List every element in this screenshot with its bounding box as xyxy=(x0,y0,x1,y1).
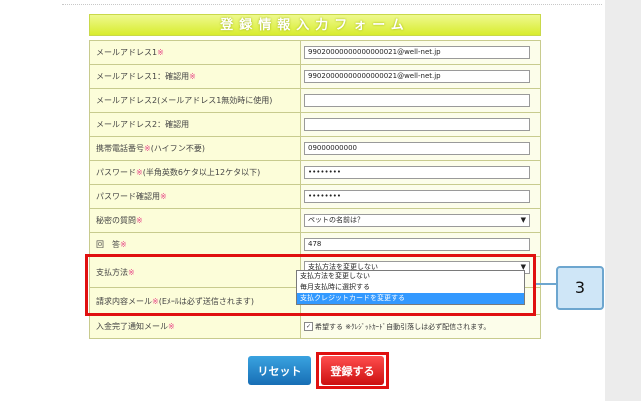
field-cell: ペットの名前は？ ▼ xyxy=(300,208,541,233)
email1-input[interactable]: 99020000000000000021@well-net.jp xyxy=(304,46,530,59)
row-email1-confirm: メールアドレス1：確認用※ 99020000000000000021@well-… xyxy=(89,64,541,89)
label-secret-question: 秘密の質問※ xyxy=(89,208,301,233)
row-password: パスワード※(半角英数6ケタ以上12ケタ以下) •••••••• xyxy=(89,160,541,185)
required-mark: ※ xyxy=(136,168,143,177)
field-cell: 99020000000000000021@well-net.jp xyxy=(300,64,541,89)
row-email1: メールアドレス1※ 99020000000000000021@well-net.… xyxy=(89,40,541,65)
email1-confirm-input[interactable]: 99020000000000000021@well-net.jp xyxy=(304,70,530,83)
callout-pointer xyxy=(536,283,556,285)
required-mark: ※ xyxy=(136,216,143,225)
required-mark: ※ xyxy=(144,144,151,153)
label-hint: (ハイフン不要) xyxy=(150,144,205,153)
annotation-highlight-box xyxy=(85,254,536,316)
label-password-confirm: パスワード確認用※ xyxy=(89,184,301,209)
label-text: 入金完了通知メール xyxy=(96,322,168,331)
reset-button[interactable]: リセット xyxy=(248,356,311,385)
secret-question-select[interactable]: ペットの名前は？ ▼ xyxy=(304,214,530,227)
row-payment-notice: 入金完了通知メール※ ✓ 希望する ※ｸﾚｼﾞｯﾄｶｰﾄﾞ自動引落しは必ず配信され… xyxy=(89,314,541,339)
email2-input[interactable] xyxy=(304,94,530,107)
password-input[interactable]: •••••••• xyxy=(304,166,530,179)
required-mark: ※ xyxy=(120,240,127,249)
row-secret-question: 秘密の質問※ ペットの名前は？ ▼ xyxy=(89,208,541,233)
label-text: 秘密の質問 xyxy=(96,216,136,225)
field-cell: ✓ 希望する ※ｸﾚｼﾞｯﾄｶｰﾄﾞ自動引落しは必ず配信されます。 xyxy=(300,314,541,339)
required-mark: ※ xyxy=(168,322,175,331)
password-confirm-input[interactable]: •••••••• xyxy=(304,190,530,203)
required-mark: ※ xyxy=(189,72,196,81)
field-cell: 99020000000000000021@well-net.jp xyxy=(300,40,541,65)
row-password-confirm: パスワード確認用※ •••••••• xyxy=(89,184,541,209)
label-text: 回 答 xyxy=(96,240,120,249)
button-annotation-box xyxy=(316,352,389,389)
required-mark: ※ xyxy=(160,192,167,201)
form-title: 登録情報入力フォーム xyxy=(89,14,541,36)
answer-input[interactable]: 478 xyxy=(304,238,530,251)
mobile-input[interactable]: 09000000000 xyxy=(304,142,530,155)
label-text: メールアドレス1：確認用 xyxy=(96,72,190,81)
field-cell xyxy=(300,112,541,137)
row-email2: メールアドレス2(メールアドレス1無効時に使用) xyxy=(89,88,541,113)
label-text: メールアドレス1 xyxy=(96,48,158,57)
row-mobile: 携帯電話番号※(ハイフン不要) 09000000000 xyxy=(89,136,541,161)
selected-value: ペットの名前は？ xyxy=(308,216,364,224)
field-cell: •••••••• xyxy=(300,160,541,185)
page-side-margin xyxy=(605,0,641,401)
label-email1-confirm: メールアドレス1：確認用※ xyxy=(89,64,301,89)
payment-notice-checkbox[interactable]: ✓ xyxy=(304,322,313,331)
field-cell: •••••••• xyxy=(300,184,541,209)
label-text: メールアドレス2：確認用 xyxy=(96,120,190,129)
field-cell: 478 xyxy=(300,232,541,257)
label-text: 携帯電話番号 xyxy=(96,144,144,153)
label-hint: (半角英数6ケタ以上12ケタ以下) xyxy=(142,168,261,177)
label-answer: 回 答※ xyxy=(89,232,301,257)
payment-notice-option: ✓ 希望する ※ｸﾚｼﾞｯﾄｶｰﾄﾞ自動引落しは必ず配信されます。 xyxy=(304,322,491,331)
email2-confirm-input[interactable] xyxy=(304,118,530,131)
top-divider xyxy=(62,4,602,5)
checkbox-label: 希望する xyxy=(315,322,343,331)
field-cell: 09000000000 xyxy=(300,136,541,161)
label-email2: メールアドレス2(メールアドレス1無効時に使用) xyxy=(89,88,301,113)
label-mobile: 携帯電話番号※(ハイフン不要) xyxy=(89,136,301,161)
row-email2-confirm: メールアドレス2：確認用 xyxy=(89,112,541,137)
label-password: パスワード※(半角英数6ケタ以上12ケタ以下) xyxy=(89,160,301,185)
required-mark: ※ xyxy=(157,48,164,57)
label-email1: メールアドレス1※ xyxy=(89,40,301,65)
label-text: パスワード xyxy=(96,168,136,177)
label-email2-confirm: メールアドレス2：確認用 xyxy=(89,112,301,137)
row-answer: 回 答※ 478 xyxy=(89,232,541,257)
chevron-down-icon: ▼ xyxy=(520,216,526,224)
label-payment-notice: 入金完了通知メール※ xyxy=(89,314,301,339)
step-callout: 3 xyxy=(556,266,604,310)
label-text: メールアドレス2(メールアドレス1無効時に使用) xyxy=(96,96,273,105)
notice-note: ※ｸﾚｼﾞｯﾄｶｰﾄﾞ自動引落しは必ず配信されます。 xyxy=(345,322,491,331)
label-text: パスワード確認用 xyxy=(96,192,160,201)
field-cell xyxy=(300,88,541,113)
